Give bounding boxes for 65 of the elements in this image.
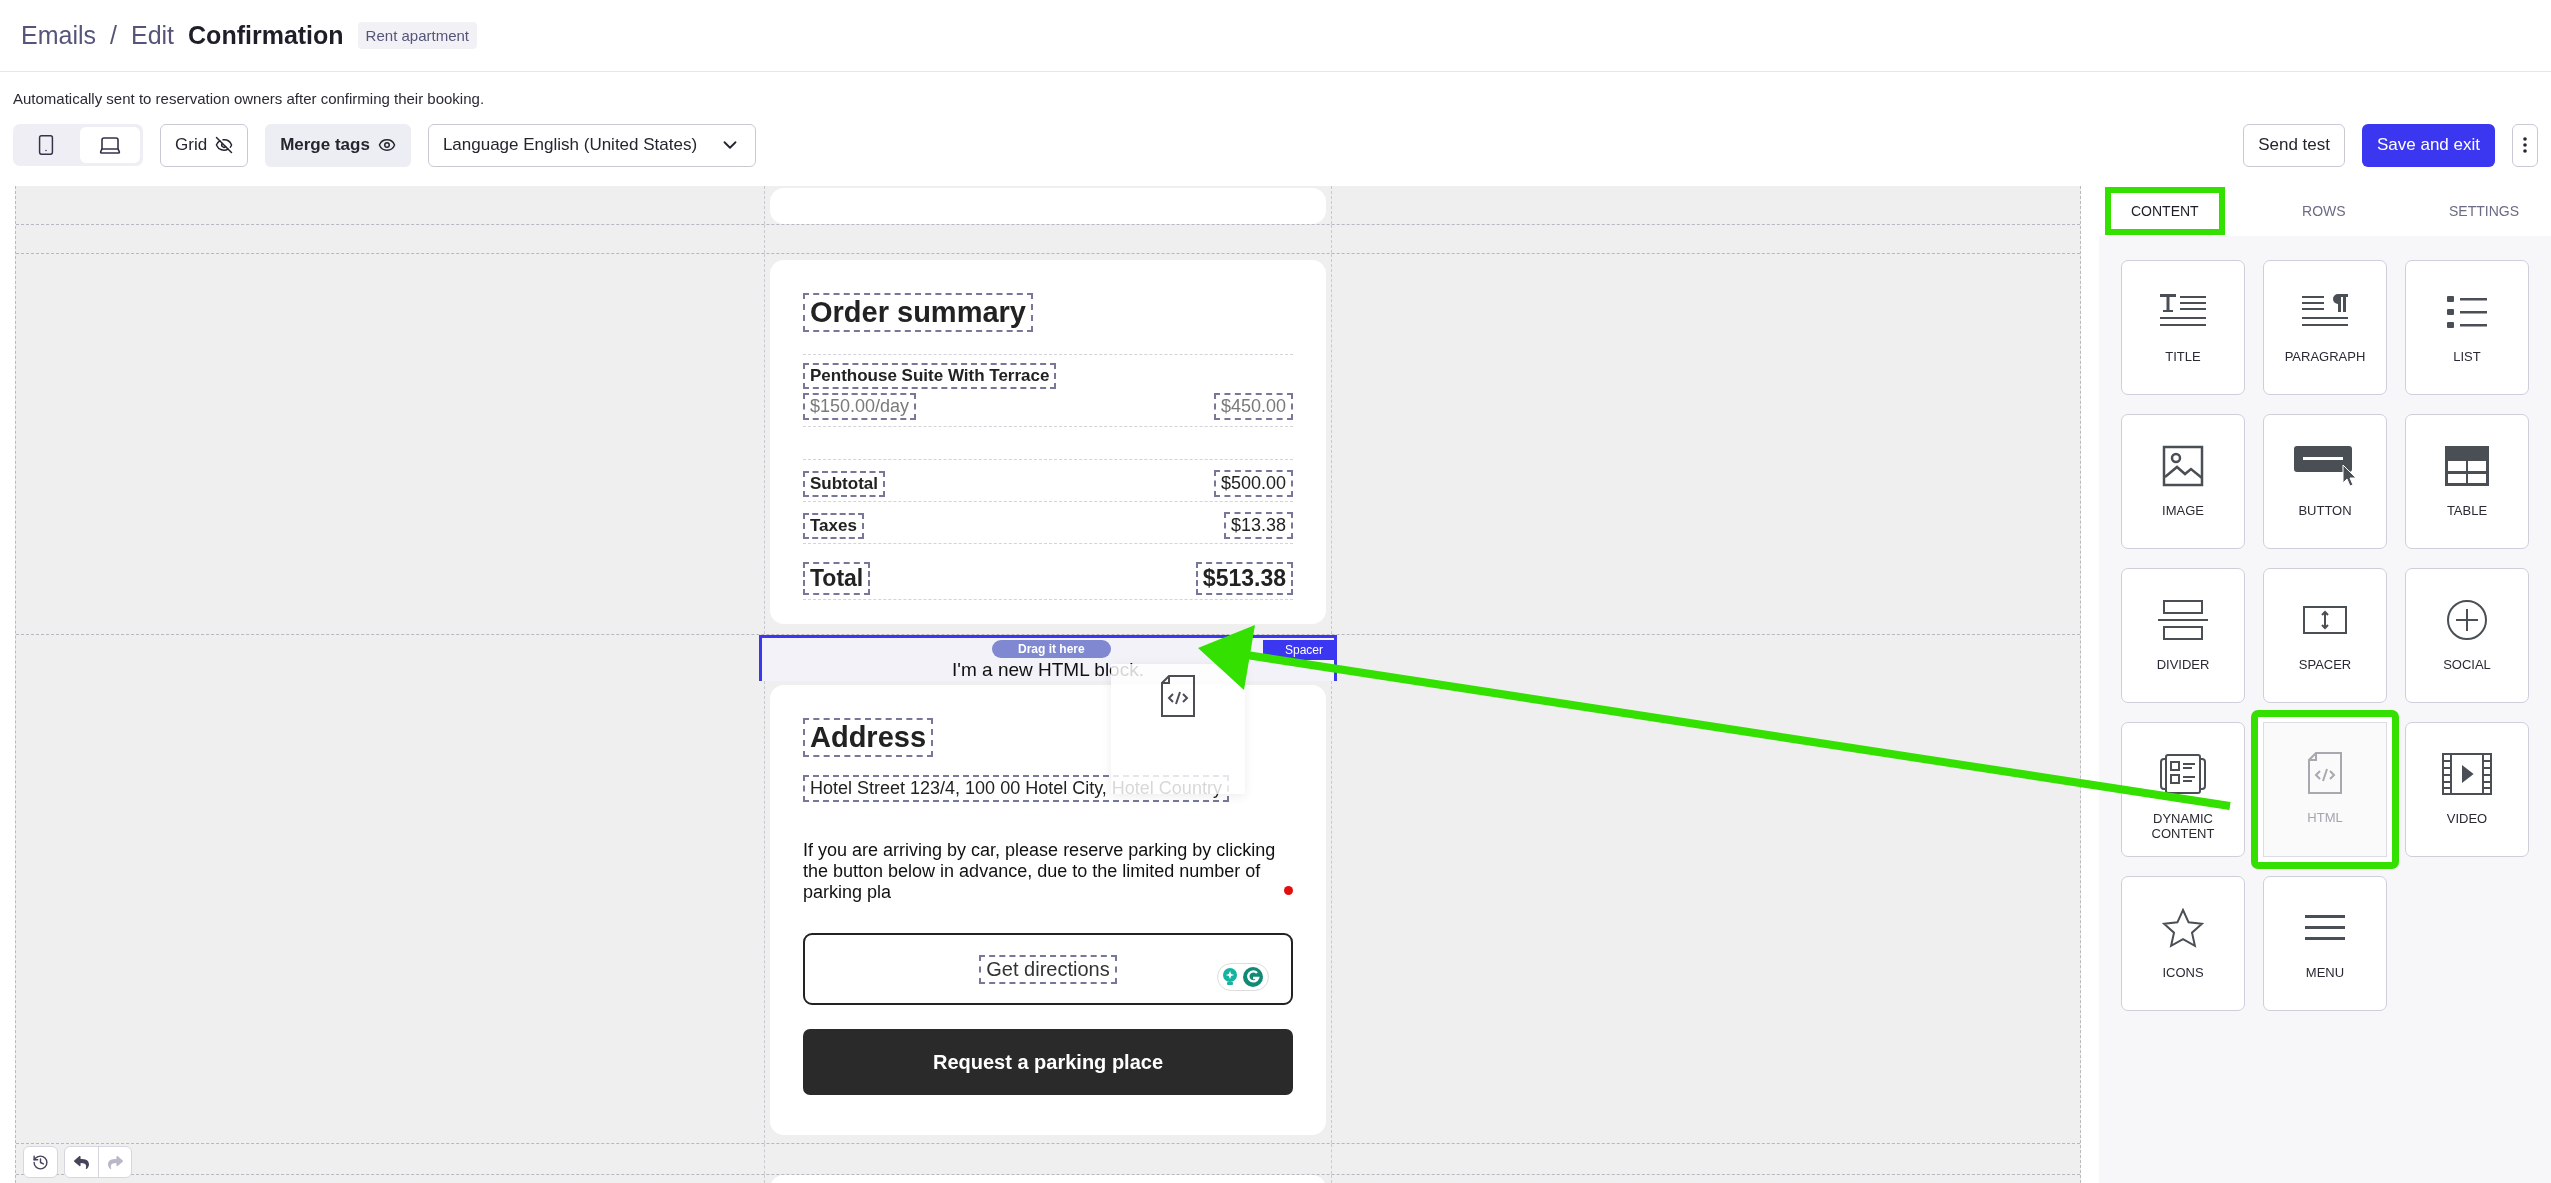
panel-tab[interactable]: ROWS [2280,191,2368,231]
breadcrumb-separator: / [110,21,117,50]
g-logo-icon [1242,966,1264,988]
more-button[interactable] [2512,123,2538,167]
breadcrumb-link[interactable]: Emails [21,21,96,50]
total-value: $13.38 [1223,512,1293,539]
content-block-tile[interactable]: MENU [2263,876,2387,1011]
more-icon [2523,137,2527,153]
content-block-tile[interactable]: PARAGRAPH [2263,260,2387,395]
page-description: Automatically sent to reservation owners after confirming their booking. [12,89,486,107]
video-icon [2442,753,2492,795]
table-icon [2444,445,2490,487]
html-icon [1160,674,1196,718]
directions-button[interactable]: Get directions [803,933,1293,1005]
content-block-tile[interactable]: IMAGE [2121,414,2245,549]
page-title: Confirmation [188,21,344,50]
send-test-button[interactable]: Send test [2243,123,2345,167]
dynamic-icon [2160,753,2206,795]
content-block-tile[interactable]: VIDEO [2405,722,2529,857]
total-value: $500.00 [1213,470,1293,497]
lightbulb-icon [1222,967,1238,987]
grid-button[interactable]: Grid [160,123,249,167]
request-parking-button[interactable]: Request a parking place [803,1029,1293,1095]
content-block-tile[interactable]: DYNAMIC CONTENT [2121,722,2245,857]
panel-tab[interactable]: SETTINGS [2427,191,2541,231]
menu-icon [2304,913,2346,943]
content-block-tile[interactable]: SOCIAL [2405,568,2529,703]
spacer-icon [2302,603,2348,637]
section-title: Order summary [803,293,1033,332]
content-block-tile[interactable]: SPACER [2263,568,2387,703]
icons-icon [2162,908,2204,948]
drop-hint: Drag it here [992,640,1111,658]
social-icon [2446,599,2488,641]
language-dropdown[interactable]: Language English (United States) [427,123,757,167]
total-label: Subtotal [803,470,885,497]
content-block-tile[interactable]: LIST [2405,260,2529,395]
desktop-view-button[interactable] [80,127,140,163]
merge-tags-button[interactable]: Merge tags [265,123,411,167]
section-title: Address [803,718,934,757]
undo-icon [74,1154,89,1170]
redo-icon [107,1154,123,1170]
block-badge: Spacer [1262,640,1337,660]
content-block-tile[interactable]: BUTTON [2263,414,2387,549]
content-block-tile[interactable]: TABLE [2405,414,2529,549]
total-value: $513.38 [1195,562,1293,595]
history-icon [32,1153,49,1171]
eye-icon [377,136,396,154]
eye-off-icon [215,136,234,154]
unit-price: $150.00/day [803,393,917,420]
total-label: Total [803,562,871,595]
category-tag: Rent apartment [357,22,477,49]
divider-icon [2157,599,2209,641]
content-block-tile[interactable]: DIVIDER [2121,568,2245,703]
content-block-tile[interactable]: TITLE [2121,260,2245,395]
image-icon [2162,445,2204,487]
content-block-tile[interactable]: ICONS [2121,876,2245,1011]
html-icon [2307,751,2343,795]
status-dot [1284,886,1293,895]
item-name: Penthouse Suite With Terrace [803,363,1057,389]
button-icon [2293,445,2357,487]
parking-paragraph: If you are arriving by car, please reserve parking by clicking the button below in advance, due to the limited number of parking pla [803,840,1293,903]
total-label: Taxes [803,512,864,539]
save-button[interactable]: Save and exit [2362,123,2495,167]
item-amount: $450.00 [1213,393,1293,420]
breadcrumb-link[interactable]: Edit [130,21,175,50]
